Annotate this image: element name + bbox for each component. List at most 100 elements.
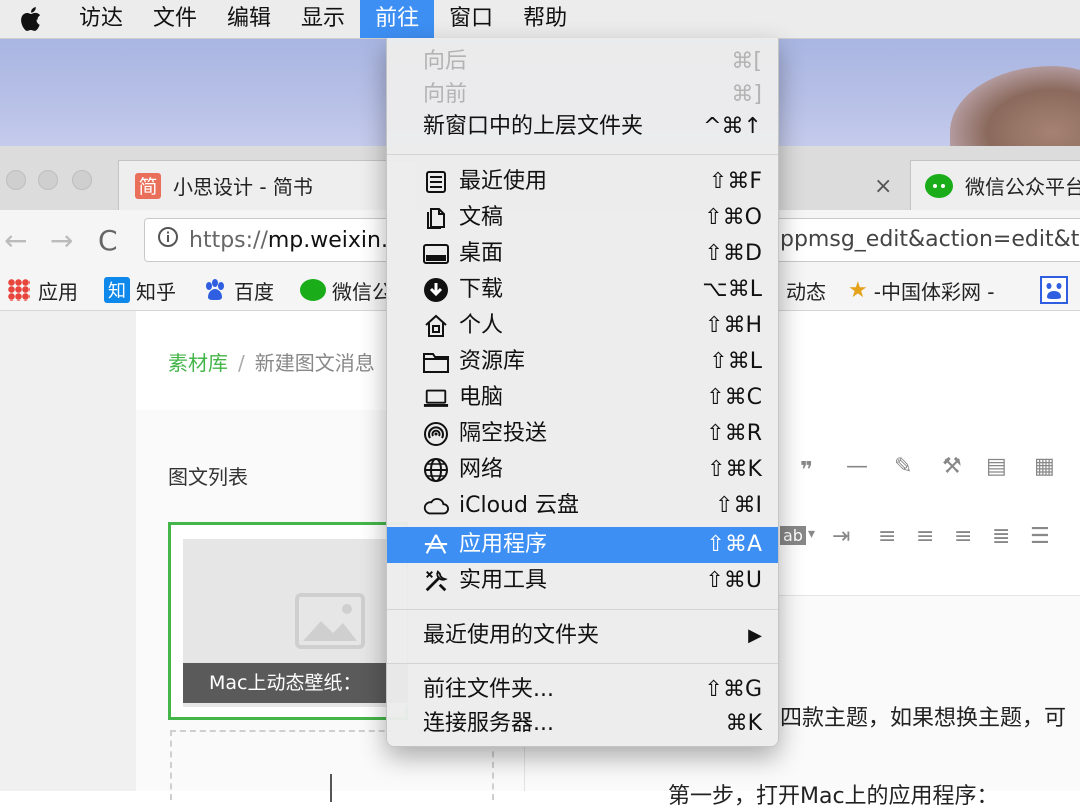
text-cursor — [330, 774, 332, 802]
home-icon — [423, 313, 449, 339]
menu-item-icloud[interactable]: iCloud 云盘 ⇧⌘I — [387, 488, 778, 524]
menu-item-shortcut: ⇧⌘L — [709, 349, 762, 374]
menu-item-shortcut: ⌥⌘L — [702, 277, 762, 302]
chevron-down-icon[interactable]: ▾ — [808, 526, 815, 542]
menu-item-label: 实用工具 — [459, 568, 548, 593]
menu-item-label: 网络 — [459, 457, 504, 482]
menu-item-shortcut: ⇧⌘A — [706, 532, 762, 557]
tab-title: 微信公众平台 — [965, 175, 1080, 199]
menu-item-shortcut: ⌘[ — [731, 49, 762, 74]
line-height-icon[interactable]: ☰ — [1030, 524, 1050, 549]
submenu-arrow-icon: ▶ — [748, 625, 762, 646]
wechat-icon — [300, 279, 326, 301]
menu-item-airdrop[interactable]: 隔空投送 ⇧⌘R — [387, 416, 778, 452]
window-minimize-button[interactable] — [38, 170, 58, 190]
menu-help[interactable]: 帮助 — [508, 0, 582, 38]
window-close-button[interactable] — [6, 170, 26, 190]
menu-item-shortcut: ⇧⌘G — [704, 677, 762, 702]
wallpaper-rock — [950, 66, 1080, 146]
menu-item-shortcut: ⇧⌘O — [704, 205, 762, 230]
bookmark-zhihu[interactable]: 知 知乎 — [104, 276, 176, 304]
highlight-color-icon[interactable]: ab — [780, 526, 806, 545]
menu-item-computer[interactable]: 电脑 ⇧⌘C — [387, 380, 778, 416]
bookmark-lottery[interactable]: ★ -中国体彩网 - — [848, 276, 995, 304]
menu-item-recents[interactable]: 最近使用 ⇧⌘F — [387, 164, 778, 200]
zhihu-icon: 知 — [104, 277, 130, 303]
apple-logo-icon[interactable] — [0, 0, 64, 38]
paragraph-icon[interactable]: ▦ — [1034, 454, 1055, 479]
bookmark-dongtai[interactable]: 动态 — [786, 276, 826, 304]
menu-item-label: 最近使用 — [459, 169, 548, 194]
hr-icon[interactable]: — — [846, 454, 868, 479]
menu-item-shortcut: ⇧⌘D — [704, 241, 762, 266]
bookmark-baidu-paw[interactable] — [1040, 276, 1068, 304]
menu-item-go-to-folder[interactable]: 前往文件夹... ⇧⌘G — [387, 672, 778, 708]
bookmark-weixin[interactable]: 微信公 — [300, 276, 392, 304]
menu-item-forward[interactable]: 向前 ⌘] — [387, 77, 778, 113]
menu-view[interactable]: 显示 — [286, 0, 360, 38]
menu-edit[interactable]: 编辑 — [212, 0, 286, 38]
bookmark-apps[interactable]: 应用 — [8, 276, 78, 304]
menu-item-shortcut: ⇧⌘K — [707, 457, 762, 482]
window-zoom-button[interactable] — [72, 170, 92, 190]
menu-item-home[interactable]: 个人 ⇧⌘H — [387, 308, 778, 344]
breadcrumb-current: 新建图文消息 — [254, 351, 375, 375]
menu-item-label: 前往文件夹... — [423, 677, 554, 702]
bookmark-label: 动态 — [786, 279, 826, 304]
icloud-icon — [423, 493, 449, 519]
url-tail: ppmsg_edit&action=edit&t — [780, 227, 1080, 252]
menu-item-label: 桌面 — [459, 241, 504, 266]
menu-bar: 访达 文件 编辑 显示 前往 窗口 帮助 — [0, 0, 1080, 39]
menu-item-shortcut: ⇧⌘I — [715, 493, 762, 518]
align-center-icon[interactable]: ≡ — [916, 524, 934, 549]
forward-arrow-icon[interactable]: → — [50, 224, 73, 257]
menu-item-documents[interactable]: 文稿 ⇧⌘O — [387, 200, 778, 236]
menu-window[interactable]: 窗口 — [434, 0, 508, 38]
info-icon[interactable] — [157, 226, 179, 254]
menu-item-recent-folders[interactable]: 最近使用的文件夹 ▶ — [387, 618, 778, 654]
menu-item-label: 连接服务器... — [423, 711, 554, 736]
menu-item-label: 个人 — [459, 313, 504, 338]
menu-item-utilities[interactable]: 实用工具 ⇧⌘U — [387, 563, 778, 599]
menu-item-shortcut: ^⌘↑ — [703, 114, 762, 139]
menu-file[interactable]: 文件 — [138, 0, 212, 38]
article-card[interactable]: Mac上动态壁纸： — [168, 522, 408, 720]
format-brush-icon[interactable]: ⚒ — [942, 454, 962, 479]
menu-item-back[interactable]: 向后 ⌘[ — [387, 44, 778, 80]
menu-item-library[interactable]: 资源库 ⇧⌘L — [387, 344, 778, 380]
align-left-icon[interactable]: ≡ — [878, 524, 896, 549]
menu-item-label: 新窗口中的上层文件夹 — [423, 114, 644, 139]
tab-close-icon[interactable]: × — [874, 174, 892, 199]
menu-finder[interactable]: 访达 — [64, 0, 138, 38]
computer-icon — [423, 385, 449, 411]
menu-item-network[interactable]: 网络 ⇧⌘K — [387, 452, 778, 488]
menu-item-label: 隔空投送 — [459, 421, 548, 446]
template-icon[interactable]: ▤ — [986, 454, 1007, 479]
menu-item-connect-server[interactable]: 连接服务器... ⌘K — [387, 706, 778, 742]
back-arrow-icon[interactable]: ← — [4, 224, 27, 257]
desktop-icon — [423, 241, 449, 267]
jianshu-favicon-icon: 简 — [135, 172, 161, 199]
tab-weixin[interactable]: 微信公众平台 — [910, 160, 1080, 210]
reload-icon[interactable]: C — [98, 224, 118, 257]
menu-item-downloads[interactable]: 下载 ⌥⌘L — [387, 272, 778, 308]
bookmark-baidu[interactable]: 百度 — [202, 276, 274, 304]
align-justify-icon[interactable]: ≣ — [992, 524, 1010, 549]
tab-jianshu[interactable]: 简 小思设计 - 简书 — [118, 160, 418, 210]
menu-go[interactable]: 前往 — [360, 0, 435, 38]
menu-item-applications[interactable]: 应用程序 ⇧⌘A — [387, 527, 778, 563]
image-placeholder-icon — [295, 593, 365, 649]
menu-item-label: 电脑 — [459, 385, 504, 410]
menu-item-label: 资源库 — [459, 349, 526, 374]
eraser-icon[interactable]: ✎ — [894, 454, 912, 479]
bookmark-label: 百度 — [234, 279, 274, 304]
bookmark-label: 知乎 — [136, 279, 176, 304]
library-folder-icon — [423, 349, 449, 375]
menu-item-enclosing-folder[interactable]: 新窗口中的上层文件夹 ^⌘↑ — [387, 109, 778, 145]
breadcrumb-root[interactable]: 素材库 — [168, 351, 228, 375]
align-right-icon[interactable]: ≡ — [954, 524, 972, 549]
quote-icon[interactable]: ❞ — [800, 458, 813, 483]
tab-title: 小思设计 - 简书 — [173, 175, 313, 199]
indent-icon[interactable]: ⇥ — [832, 524, 850, 549]
menu-item-desktop[interactable]: 桌面 ⇧⌘D — [387, 236, 778, 272]
